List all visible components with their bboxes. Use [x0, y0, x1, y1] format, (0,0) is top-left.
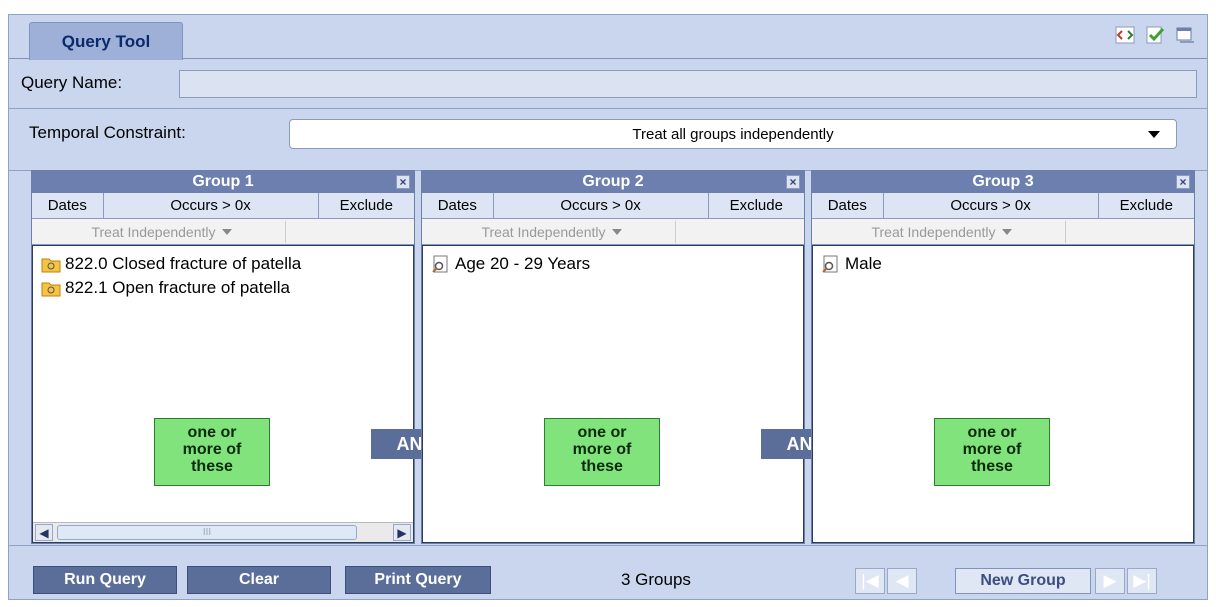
temporal-constraint-select[interactable]: Treat all groups independently: [289, 119, 1177, 149]
exclude-button[interactable]: Exclude: [1098, 193, 1194, 218]
group-drop-area[interactable]: Male one or more of these: [812, 245, 1194, 543]
exclude-button[interactable]: Exclude: [318, 193, 414, 218]
query-name-input[interactable]: [179, 70, 1197, 98]
occurs-button[interactable]: Occurs > 0x: [493, 193, 709, 218]
timing-dropdown[interactable]: Treat Independently: [38, 221, 286, 243]
group-header: Group 2 ×: [422, 171, 804, 193]
note-line: these: [971, 458, 1013, 475]
exclude-button[interactable]: Exclude: [708, 193, 804, 218]
occurs-button[interactable]: Occurs > 0x: [883, 193, 1099, 218]
check-document-icon[interactable]: [1145, 25, 1165, 45]
timing-value: Treat Independently: [481, 224, 606, 240]
clear-button[interactable]: Clear: [187, 566, 331, 594]
dates-button[interactable]: Dates: [812, 193, 884, 218]
close-icon[interactable]: ×: [1176, 175, 1190, 189]
folder-icon: [41, 282, 61, 297]
group-count: 3 Groups: [621, 570, 691, 589]
item-label: Age 20 - 29 Years: [455, 254, 591, 273]
scroll-right-icon[interactable]: ▶: [393, 524, 411, 541]
one-or-more-badge: one or more of these: [154, 418, 270, 486]
one-or-more-badge: one or more of these: [544, 418, 660, 486]
group-header: Group 3 ×: [812, 171, 1194, 193]
list-item[interactable]: 822.0 Closed fracture of patella: [33, 252, 413, 276]
note-line: one or: [577, 424, 627, 441]
list-item[interactable]: Age 20 - 29 Years: [423, 252, 803, 276]
code-view-icon[interactable]: [1115, 25, 1135, 45]
scroll-thumb[interactable]: III: [57, 525, 357, 540]
print-query-button[interactable]: Print Query: [345, 566, 491, 594]
temporal-constraint-label: Temporal Constraint:: [29, 123, 186, 142]
timing-value: Treat Independently: [871, 224, 996, 240]
query-name-row: Query Name:: [9, 59, 1207, 109]
bottom-toolbar: Run Query Clear Print Query 3 Groups |◀ …: [9, 545, 1207, 601]
close-icon[interactable]: ×: [396, 175, 410, 189]
new-group-button[interactable]: New Group: [955, 568, 1091, 594]
run-query-button[interactable]: Run Query: [33, 566, 177, 594]
note-line: these: [581, 458, 623, 475]
query-tool-panel: Query Tool Query Name: Temporal Constrai…: [8, 14, 1208, 600]
tab-query-tool[interactable]: Query Tool: [29, 22, 183, 60]
group-1-panel: Group 1 × Dates Occurs > 0x Exclude Trea…: [31, 170, 415, 544]
horizontal-scrollbar[interactable]: ◀ III ▶: [33, 522, 413, 542]
tab-bar: Query Tool: [9, 15, 1207, 60]
item-label: Male: [845, 254, 882, 273]
chevron-down-icon: [1001, 229, 1012, 235]
note-line: one or: [187, 424, 237, 441]
chevron-down-icon: [221, 229, 232, 235]
first-page-icon[interactable]: |◀: [855, 568, 885, 594]
note-line: more of: [962, 441, 1022, 458]
scroll-grip: III: [202, 527, 212, 538]
scroll-left-icon[interactable]: ◀: [35, 524, 53, 541]
note-line: these: [191, 458, 233, 475]
group-header: Group 1 ×: [32, 171, 414, 193]
dates-button[interactable]: Dates: [32, 193, 104, 218]
last-page-icon[interactable]: ▶|: [1127, 568, 1157, 594]
group-2-panel: Group 2 × Dates Occurs > 0x Exclude Trea…: [421, 170, 805, 544]
chevron-down-icon: [611, 229, 622, 235]
item-label: 822.1 Open fracture of patella: [65, 278, 290, 297]
item-label: 822.0 Closed fracture of patella: [65, 254, 302, 273]
temporal-constraint-value: Treat all groups independently: [632, 125, 834, 143]
window-icon[interactable]: [1175, 25, 1195, 45]
group-drop-area[interactable]: 822.0 Closed fracture of patella 822.1 O…: [32, 245, 414, 543]
previous-page-icon[interactable]: ◀: [887, 568, 917, 594]
document-search-icon: [822, 255, 838, 273]
group-3-panel: Group 3 × Dates Occurs > 0x Exclude Trea…: [811, 170, 1195, 544]
one-or-more-badge: one or more of these: [934, 418, 1050, 486]
note-line: more of: [572, 441, 632, 458]
note-line: more of: [182, 441, 242, 458]
occurs-button[interactable]: Occurs > 0x: [103, 193, 319, 218]
group-drop-area[interactable]: Age 20 - 29 Years one or more of these: [422, 245, 804, 543]
chevron-down-icon: [1148, 131, 1160, 138]
list-item[interactable]: Male: [813, 252, 1193, 276]
timing-dropdown[interactable]: Treat Independently: [818, 221, 1066, 243]
note-line: one or: [967, 424, 1017, 441]
group-title: Group 2: [582, 173, 644, 190]
temporal-constraint-row: Temporal Constraint: Treat all groups in…: [9, 109, 1207, 171]
close-icon[interactable]: ×: [786, 175, 800, 189]
timing-value: Treat Independently: [91, 224, 216, 240]
folder-icon: [41, 258, 61, 273]
document-search-icon: [432, 255, 448, 273]
timing-dropdown[interactable]: Treat Independently: [428, 221, 676, 243]
query-name-label: Query Name:: [21, 73, 123, 92]
group-title: Group 3: [972, 173, 1034, 190]
list-item[interactable]: 822.1 Open fracture of patella: [33, 276, 413, 300]
next-page-icon[interactable]: ▶: [1095, 568, 1125, 594]
dates-button[interactable]: Dates: [422, 193, 494, 218]
group-title: Group 1: [192, 173, 254, 190]
